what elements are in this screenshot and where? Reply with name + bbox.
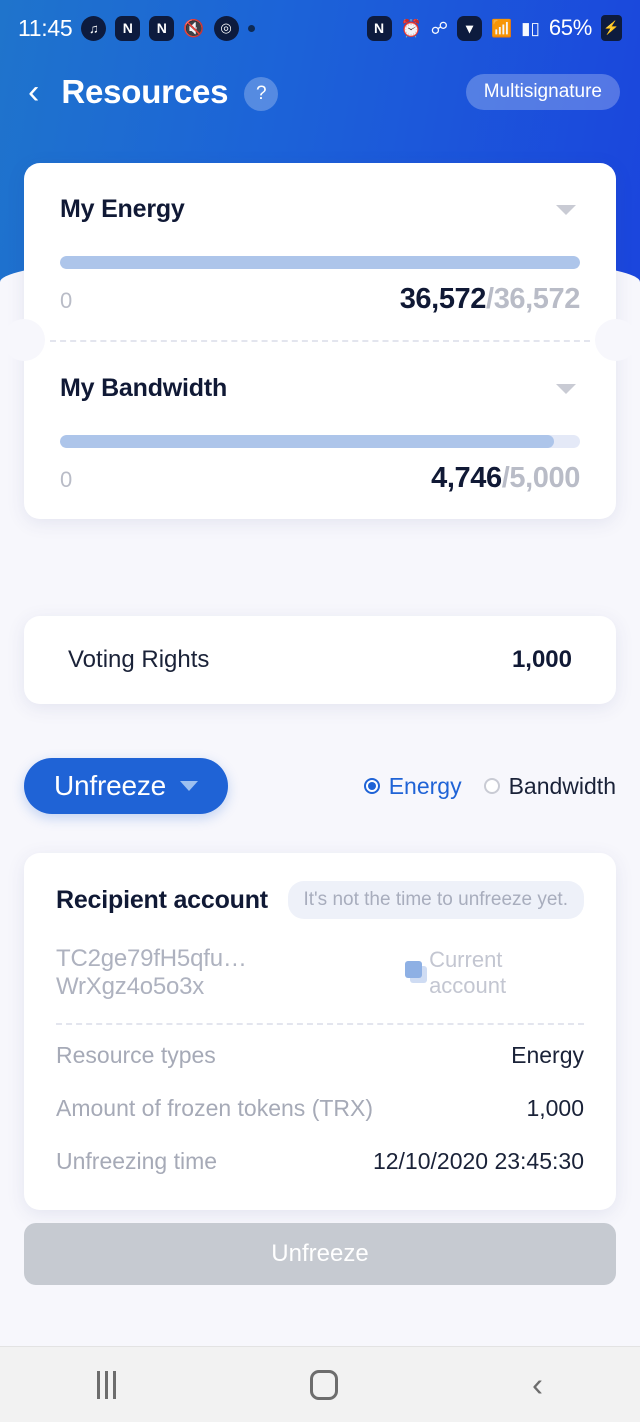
radio-label-bandwidth: Bandwidth <box>508 772 616 799</box>
action-row: Unfreeze Energy Bandwidth <box>0 758 640 814</box>
bandwidth-max: 5,000 <box>509 462 580 494</box>
unfreeze-dropdown-label: Unfreeze <box>54 770 167 801</box>
recipient-header: Recipient account It's not the time to u… <box>56 881 584 919</box>
energy-separator: / <box>486 283 494 315</box>
back-arrow-icon[interactable]: ‹ <box>20 75 47 109</box>
detail-row: Resource types Energy <box>56 1029 584 1082</box>
status-bar-right: N ⏰ ☍ ▾ 📶 ▮▯ 65% ⚡ <box>366 15 622 41</box>
chevron-down-icon[interactable] <box>556 204 576 215</box>
alarm-icon: ⏰ <box>400 18 422 38</box>
energy-current: 36,572 <box>399 283 487 315</box>
current-account-note: Current account <box>429 947 507 998</box>
bandwidth-header[interactable]: My Bandwidth <box>60 374 580 403</box>
status-bar: 11:45 ♫ N N 🔇 ◎ N ⏰ ☍ ▾ 📶 ▮▯ 65% ⚡ <box>0 0 640 56</box>
detail-value: Energy <box>511 1042 584 1068</box>
unfreeze-submit-label: Unfreeze <box>271 1240 369 1267</box>
battery-percent: 65% <box>548 15 592 40</box>
detail-label: Resource types <box>56 1042 216 1068</box>
spotify-icon: ♫ <box>81 15 107 41</box>
energy-progress-track <box>60 256 580 269</box>
bandwidth-progress-track <box>60 435 580 448</box>
chevron-down-icon <box>180 781 199 791</box>
bandwidth-current-max: 4,746/5,000 <box>431 462 580 495</box>
app-badge-n2-icon: N <box>149 15 175 41</box>
bandwidth-min: 0 <box>60 467 73 492</box>
energy-current-max: 36,572/36,572 <box>399 283 581 316</box>
radio-option-bandwidth[interactable]: Bandwidth <box>483 772 616 800</box>
recipient-address: TC2ge79fH5qfu…WrXgz4o5o3x <box>56 945 247 1000</box>
page-title: Resources <box>61 73 229 110</box>
recipient-title: Recipient account <box>56 885 268 914</box>
radio-indicator-bandwidth <box>483 778 500 794</box>
detail-value: 12/10/2020 23:45:30 <box>372 1148 584 1174</box>
dot-icon <box>247 24 255 32</box>
detail-row: Amount of frozen tokens (TRX) 1,000 <box>56 1082 584 1135</box>
energy-values: 0 36,572/36,572 <box>60 283 580 316</box>
radio-option-energy[interactable]: Energy <box>363 772 462 800</box>
data-saver-icon: ▾ <box>456 15 482 41</box>
pokeball-icon: ◎ <box>213 15 239 41</box>
bandwidth-progress-fill <box>60 435 554 448</box>
energy-header[interactable]: My Energy <box>60 195 580 224</box>
recipient-address-row: TC2ge79fH5qfu…WrXgz4o5o3x Current accoun… <box>56 945 584 1001</box>
status-time: 11:45 <box>18 14 73 41</box>
voting-rights-value: 1,000 <box>511 646 572 673</box>
resources-card: My Energy 0 36,572/36,572 My Bandwidth 0… <box>3 163 637 519</box>
recipient-card: Recipient account It's not the time to u… <box>24 853 616 1210</box>
detail-label: Amount of frozen tokens (TRX) <box>56 1095 374 1121</box>
energy-title: My Energy <box>60 195 185 223</box>
radio-indicator-energy <box>363 778 380 794</box>
recipient-divider <box>56 1023 584 1025</box>
bandwidth-values: 0 4,746/5,000 <box>60 462 580 495</box>
radio-label-energy: Energy <box>388 772 462 799</box>
copy-icon-front <box>405 961 423 978</box>
energy-section: My Energy 0 36,572/36,572 <box>24 163 616 340</box>
bandwidth-current: 4,746 <box>431 462 502 494</box>
detail-label: Unfreezing time <box>56 1148 218 1174</box>
detail-row: Unfreezing time 12/10/2020 23:45:30 <box>56 1135 584 1188</box>
detail-value: 1,000 <box>526 1095 584 1121</box>
unfreeze-submit-button[interactable]: Unfreeze <box>24 1223 616 1285</box>
help-icon[interactable]: ? <box>244 77 279 111</box>
nfc-icon: N <box>366 15 392 41</box>
energy-min: 0 <box>60 288 73 313</box>
mute-icon: 🔇 <box>183 18 205 38</box>
signal-icon: ▮▯ <box>521 18 540 38</box>
voting-rights-row[interactable]: Voting Rights 1,000 <box>24 616 616 704</box>
app-badge-n1-icon: N <box>115 15 141 41</box>
app-header: ‹ Resources ? Multisignature <box>0 62 640 122</box>
energy-progress-fill <box>60 256 580 269</box>
status-badge: It's not the time to unfreeze yet. <box>287 881 584 919</box>
voting-rights-label: Voting Rights <box>68 646 210 673</box>
battery-icon: ⚡ <box>601 15 622 41</box>
app-screen: 11:45 ♫ N N 🔇 ◎ N ⏰ ☍ ▾ 📶 ▮▯ 65% ⚡ ‹ Res… <box>0 0 640 1422</box>
status-bar-left: 11:45 ♫ N N 🔇 ◎ <box>18 15 255 42</box>
home-icon[interactable] <box>310 1369 338 1400</box>
energy-max: 36,572 <box>493 283 581 315</box>
bandwidth-section: My Bandwidth 0 4,746/5,000 <box>24 342 616 519</box>
multisignature-button[interactable]: Multisignature <box>465 74 620 110</box>
back-icon[interactable]: ‹ <box>532 1368 543 1401</box>
system-navigation-bar: ‹ <box>0 1346 640 1422</box>
resource-type-radio-group: Energy Bandwidth <box>363 772 616 800</box>
unfreeze-dropdown-button[interactable]: Unfreeze <box>24 758 229 814</box>
recents-icon[interactable] <box>97 1370 116 1399</box>
chevron-down-icon[interactable] <box>556 383 576 394</box>
copy-icon[interactable] <box>405 961 429 985</box>
bandwidth-title: My Bandwidth <box>60 374 228 402</box>
wifi-icon: 📶 <box>490 18 513 38</box>
bluetooth-icon: ☍ <box>430 18 448 38</box>
